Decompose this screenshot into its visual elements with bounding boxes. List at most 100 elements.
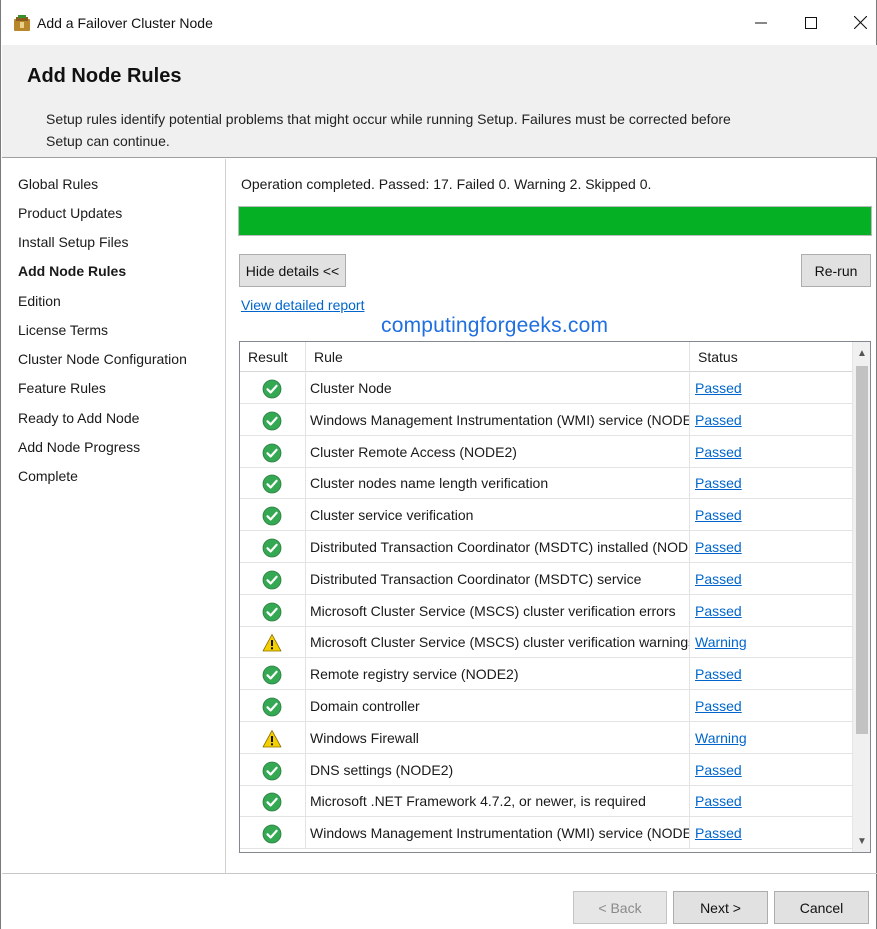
status-cell: Passed	[690, 754, 852, 786]
table-row[interactable]: Cluster nodes name length verification Pa…	[240, 467, 852, 500]
title-bar[interactable]: Add a Failover Cluster Node	[1, 0, 876, 45]
status-link[interactable]: Passed	[695, 571, 742, 587]
status-cell: Passed	[690, 467, 852, 499]
status-link[interactable]: Passed	[695, 539, 742, 555]
back-button[interactable]: < Back	[573, 891, 667, 924]
nav-item-license-terms[interactable]: License Terms	[18, 322, 108, 338]
column-header-rule[interactable]: Rule	[306, 342, 690, 372]
table-row[interactable]: Windows Management Instrumentation (WMI)…	[240, 403, 852, 436]
status-cell: Passed	[690, 372, 852, 404]
nav-item-add-node-rules[interactable]: Add Node Rules	[18, 263, 126, 279]
status-link[interactable]: Passed	[695, 475, 742, 491]
column-header-status[interactable]: Status	[690, 342, 852, 372]
result-cell	[240, 594, 306, 627]
rerun-button[interactable]: Re-run	[801, 254, 871, 287]
result-cell	[240, 467, 306, 500]
table-row[interactable]: Cluster service verification Passed	[240, 499, 852, 532]
rule-cell: Windows Management Instrumentation (WMI)…	[306, 403, 690, 436]
nav-item-ready-to-add-node[interactable]: Ready to Add Node	[18, 410, 139, 426]
result-cell	[240, 753, 306, 786]
check-icon	[262, 791, 282, 812]
result-cell	[240, 499, 306, 532]
table-header-row: Result Rule Status	[240, 342, 852, 372]
table-row[interactable]: Domain controller Passed	[240, 690, 852, 722]
table-row[interactable]: Windows Firewall Warning	[240, 721, 852, 754]
minimize-button[interactable]	[736, 0, 786, 45]
nav-item-global-rules[interactable]: Global Rules	[18, 176, 98, 192]
check-icon	[262, 505, 282, 526]
check-icon	[262, 473, 282, 494]
hide-details-button[interactable]: Hide details <<	[239, 254, 346, 287]
check-icon	[262, 442, 282, 462]
progress-bar	[238, 206, 872, 236]
status-link[interactable]: Passed	[695, 793, 742, 809]
status-link[interactable]: Passed	[695, 412, 742, 428]
result-cell	[240, 435, 306, 468]
table-row[interactable]: Microsoft Cluster Service (MSCS) cluster…	[240, 594, 852, 627]
result-cell	[240, 403, 306, 436]
table-row[interactable]: Cluster Remote Access (NODE2) Passed	[240, 435, 852, 468]
rule-cell: Cluster Node	[306, 372, 690, 404]
check-icon	[262, 696, 282, 717]
status-link[interactable]: Warning	[695, 730, 747, 746]
setup-app-icon	[14, 15, 30, 31]
nav-item-feature-rules[interactable]: Feature Rules	[18, 380, 106, 396]
table-row[interactable]: Distributed Transaction Coordinator (MSD…	[240, 531, 852, 563]
status-link[interactable]: Warning	[695, 634, 747, 650]
table-row[interactable]: Distributed Transaction Coordinator (MSD…	[240, 562, 852, 595]
close-button[interactable]	[835, 0, 877, 45]
status-cell: Passed	[690, 658, 852, 690]
scrollbar-thumb[interactable]	[856, 366, 868, 734]
table-row[interactable]: Cluster Node Passed	[240, 372, 852, 404]
maximize-button[interactable]	[786, 0, 836, 45]
table-row[interactable]: Remote registry service (NODE2) Passed	[240, 658, 852, 691]
next-button[interactable]: Next >	[673, 891, 768, 924]
status-link[interactable]: Passed	[695, 444, 742, 460]
page-title: Add Node Rules	[27, 65, 182, 87]
status-cell: Passed	[690, 690, 852, 722]
status-link[interactable]: Passed	[695, 825, 742, 841]
status-cell: Passed	[690, 817, 852, 849]
nav-item-cluster-node-configuration[interactable]: Cluster Node Configuration	[18, 351, 187, 367]
table-row[interactable]: Windows Management Instrumentation (WMI)…	[240, 817, 852, 850]
status-cell: Passed	[690, 404, 852, 436]
scroll-up-icon[interactable]: ▲	[853, 344, 870, 362]
rule-cell: Distributed Transaction Coordinator (MSD…	[306, 562, 690, 595]
progress-bar-fill	[239, 207, 871, 235]
status-link[interactable]: Passed	[695, 762, 742, 778]
table-vertical-scrollbar[interactable]: ▲ ▼	[852, 342, 870, 852]
status-cell: Passed	[690, 785, 852, 817]
rule-cell: Microsoft .NET Framework 4.7.2, or newer…	[306, 785, 690, 818]
operation-status-text: Operation completed. Passed: 17. Failed …	[241, 176, 652, 192]
status-link[interactable]: Passed	[695, 698, 742, 714]
nav-item-edition[interactable]: Edition	[18, 293, 61, 309]
cancel-button[interactable]: Cancel	[774, 891, 869, 924]
rule-cell: DNS settings (NODE2)	[306, 753, 690, 786]
table-row[interactable]: Microsoft .NET Framework 4.7.2, or newer…	[240, 785, 852, 818]
status-cell: Passed	[690, 499, 852, 531]
nav-item-add-node-progress[interactable]: Add Node Progress	[18, 439, 140, 455]
window-title: Add a Failover Cluster Node	[37, 15, 213, 31]
nav-item-product-updates[interactable]: Product Updates	[18, 205, 122, 221]
check-icon	[262, 823, 282, 844]
column-header-result[interactable]: Result	[240, 342, 306, 372]
nav-item-install-setup-files[interactable]: Install Setup Files	[18, 234, 129, 250]
result-cell	[240, 372, 306, 404]
table-row[interactable]: DNS settings (NODE2) Passed	[240, 753, 852, 786]
status-link[interactable]: Passed	[695, 380, 742, 396]
status-link[interactable]: Passed	[695, 603, 742, 619]
scroll-down-icon[interactable]: ▼	[853, 832, 870, 850]
result-cell	[240, 690, 306, 722]
minimize-icon	[755, 22, 767, 23]
result-cell	[240, 785, 306, 818]
view-detailed-report-link[interactable]: View detailed report	[241, 297, 364, 313]
nav-item-complete[interactable]: Complete	[18, 468, 78, 484]
rule-cell: Cluster nodes name length verification	[306, 467, 690, 500]
status-link[interactable]: Passed	[695, 666, 742, 682]
table-row[interactable]: Microsoft Cluster Service (MSCS) cluster…	[240, 626, 852, 659]
result-cell	[240, 562, 306, 595]
status-cell: Passed	[690, 531, 852, 563]
rule-cell: Windows Firewall	[306, 721, 690, 754]
status-link[interactable]: Passed	[695, 507, 742, 523]
status-cell: Warning	[690, 722, 852, 754]
